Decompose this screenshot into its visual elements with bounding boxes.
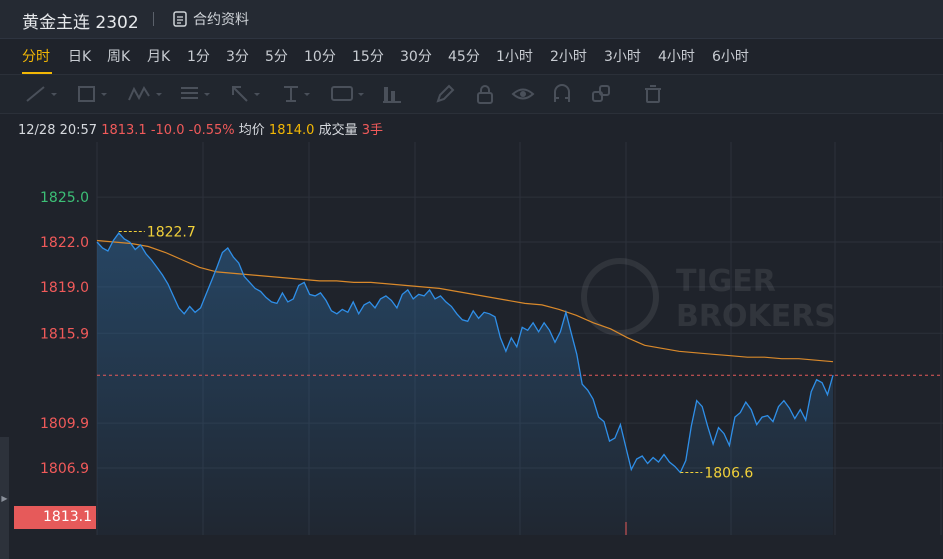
magnet-icon[interactable] bbox=[551, 83, 573, 105]
y-tick-label: 1806.9 bbox=[40, 461, 89, 477]
trash-icon[interactable] bbox=[642, 83, 664, 105]
title-bar: 黄金主连 2302 合约资料 bbox=[0, 0, 943, 39]
instrument-title: 黄金主连 2302 bbox=[22, 13, 139, 33]
tiger-brokers-watermark: TIGER BROKERS bbox=[581, 258, 836, 336]
arrow-tool-icon[interactable] bbox=[229, 83, 265, 105]
annotation-tool-icon[interactable] bbox=[330, 83, 370, 105]
avg-price-value: 1814.0 bbox=[268, 123, 315, 138]
quote-time: 12/28 20:57 bbox=[18, 123, 98, 138]
quote-info-bar: 12/28 20:57 1813.1 -10.0 -0.55% 均价 1814.… bbox=[18, 119, 383, 138]
chevron-right-icon: ▶ bbox=[1, 493, 8, 503]
document-icon bbox=[173, 11, 187, 27]
high-annotation: 1822.7 bbox=[147, 225, 196, 241]
link-icon[interactable] bbox=[590, 83, 612, 105]
volume-value: 3手 bbox=[361, 123, 383, 138]
y-axis-ticks: 1825.0 1822.0 1819.0 1815.9 1809.9 1806.9 bbox=[40, 190, 89, 477]
y-tick-label: 1809.9 bbox=[40, 416, 89, 432]
quote-price: 1813.1 bbox=[101, 123, 147, 138]
rectangle-tool-icon[interactable] bbox=[76, 83, 112, 105]
tab-1min[interactable]: 1分 bbox=[187, 46, 210, 66]
expand-panel-handle[interactable]: ▶ bbox=[0, 437, 9, 559]
tab-daily-k[interactable]: 日K bbox=[68, 46, 91, 66]
wave-tool-icon[interactable] bbox=[127, 83, 167, 105]
intraday-chart[interactable]: TIGER BROKERS 1825.0 1822.0 1819.0 1815.9 18… bbox=[0, 142, 943, 559]
tab-45min[interactable]: 45分 bbox=[448, 46, 480, 66]
eye-icon[interactable] bbox=[511, 83, 535, 105]
y-tick-label: 1815.9 bbox=[40, 326, 89, 342]
volume-label: 成交量 bbox=[318, 123, 358, 138]
tab-monthly-k[interactable]: 月K bbox=[147, 46, 170, 66]
tab-4hour[interactable]: 4小时 bbox=[658, 46, 695, 66]
lock-icon[interactable] bbox=[474, 83, 496, 105]
tab-2hour[interactable]: 2小时 bbox=[550, 46, 587, 66]
tab-5min[interactable]: 5分 bbox=[265, 46, 288, 66]
quote-change-pct: -0.55% bbox=[188, 123, 235, 138]
tab-3hour[interactable]: 3小时 bbox=[604, 46, 641, 66]
watermark-line-2: BROKERS bbox=[676, 299, 836, 334]
avg-price-label: 均价 bbox=[238, 123, 265, 138]
y-tick-label: 1819.0 bbox=[40, 280, 89, 296]
period-tabs: 分时 日K 周K 月K 1分 3分 5分 10分 15分 30分 45分 1小时… bbox=[0, 40, 943, 74]
contract-info-label: 合约资料 bbox=[193, 12, 249, 28]
tab-6hour[interactable]: 6小时 bbox=[712, 46, 749, 66]
tab-intraday[interactable]: 分时 bbox=[22, 46, 50, 66]
tab-1hour[interactable]: 1小时 bbox=[496, 46, 533, 66]
title-divider bbox=[153, 12, 154, 26]
low-annotation: 1806.6 bbox=[704, 465, 753, 481]
fibonacci-tool-icon[interactable] bbox=[178, 83, 214, 105]
chart-canvas[interactable]: TIGER BROKERS 1825.01822.01819.01815.918… bbox=[0, 142, 943, 535]
pencil-icon[interactable] bbox=[434, 83, 456, 105]
tab-10min[interactable]: 10分 bbox=[304, 46, 336, 66]
tab-weekly-k[interactable]: 周K bbox=[107, 46, 130, 66]
y-tick-label: 1825.0 bbox=[40, 190, 89, 206]
bar-pattern-tool-icon[interactable] bbox=[381, 83, 405, 105]
tab-15min[interactable]: 15分 bbox=[352, 46, 384, 66]
drawing-toolbar bbox=[0, 74, 943, 114]
watermark-line-1: TIGER bbox=[676, 264, 776, 299]
trendline-tool-icon[interactable] bbox=[24, 83, 60, 105]
contract-info-button[interactable]: 合约资料 bbox=[173, 9, 249, 29]
current-price-tag: 1813.1 bbox=[14, 506, 96, 529]
quote-change: -10.0 bbox=[150, 123, 185, 138]
text-tool-icon[interactable] bbox=[280, 83, 316, 105]
tab-30min[interactable]: 30分 bbox=[400, 46, 432, 66]
tab-3min[interactable]: 3分 bbox=[226, 46, 249, 66]
y-tick-label: 1822.0 bbox=[40, 235, 89, 251]
